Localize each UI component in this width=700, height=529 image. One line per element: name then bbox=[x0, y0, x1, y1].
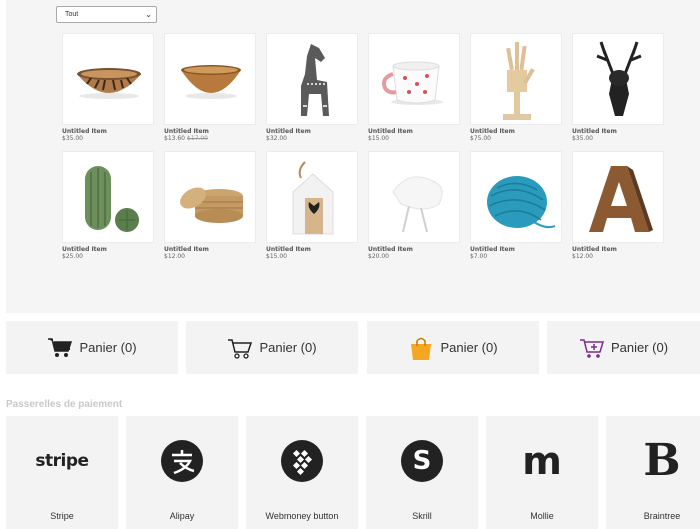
skrill-logo: S bbox=[366, 438, 478, 484]
product-name: Untitled Item bbox=[470, 246, 515, 253]
product-price: $25.00 bbox=[62, 253, 83, 260]
product-card[interactable]: Untitled Item $15.00 bbox=[368, 33, 460, 142]
product-card[interactable]: Untitled Item $15.00 bbox=[266, 151, 358, 260]
product-name: Untitled Item bbox=[62, 128, 107, 135]
product-card[interactable]: Untitled Item $20.00 bbox=[368, 151, 460, 260]
cart-button-label: Panier (0) bbox=[610, 340, 669, 355]
product-price: $12.00 bbox=[164, 253, 185, 260]
product-price: $12.00 bbox=[572, 253, 593, 260]
product-card[interactable]: Untitled Item $35.00 bbox=[62, 33, 154, 142]
cart-add-icon bbox=[579, 336, 605, 360]
cart-button-3[interactable]: Panier (0) bbox=[367, 321, 539, 374]
product-old-price: $17.00 bbox=[187, 135, 208, 142]
mollie-logo: m bbox=[522, 439, 562, 483]
product-name: Untitled Item bbox=[62, 246, 107, 253]
gateway-mollie[interactable]: m Mollie bbox=[486, 416, 598, 529]
product-image-deer-head[interactable] bbox=[572, 33, 664, 125]
product-price: $32.00 bbox=[266, 135, 287, 142]
gateway-name: Mollie bbox=[530, 511, 554, 521]
webmoney-logo bbox=[246, 438, 358, 484]
product-image-mug[interactable] bbox=[368, 33, 460, 125]
cart-button-label: Panier (0) bbox=[79, 340, 137, 355]
product-card[interactable]: Untitled Item $13.60 $17.00 bbox=[164, 33, 256, 142]
gateway-name: Skrill bbox=[412, 511, 432, 521]
product-price: $35.00 bbox=[62, 135, 83, 142]
product-image-wooden-hand[interactable] bbox=[470, 33, 562, 125]
gateway-name: Webmoney button bbox=[265, 511, 339, 521]
shopping-bag-icon bbox=[408, 336, 434, 360]
cart-outline-icon bbox=[227, 336, 253, 360]
cart-button-1[interactable]: Panier (0) bbox=[6, 321, 178, 374]
product-name: Untitled Item bbox=[572, 128, 617, 135]
gateway-stripe[interactable]: stripe Stripe bbox=[6, 416, 118, 529]
alipay-logo bbox=[126, 438, 238, 484]
cart-button-2[interactable]: Panier (0) bbox=[186, 321, 358, 374]
product-image-bird[interactable] bbox=[368, 151, 460, 243]
product-card[interactable]: Untitled Item $35.00 bbox=[572, 33, 664, 142]
page: Tout ⌄ Untitled Item $35.00 Untitled Ite… bbox=[0, 0, 700, 529]
cart-black-icon bbox=[47, 336, 73, 360]
cart-button-label: Panier (0) bbox=[440, 340, 498, 355]
product-price: $15.00 bbox=[368, 135, 389, 142]
product-price: $13.60 $17.00 bbox=[164, 135, 208, 142]
payment-gateways-title: Passerelles de paiement bbox=[6, 399, 123, 410]
product-image-bowl-striped[interactable] bbox=[62, 33, 154, 125]
product-name: Untitled Item bbox=[266, 246, 311, 253]
product-image-letter-a[interactable] bbox=[572, 151, 664, 243]
category-filter-select[interactable]: Tout ⌄ bbox=[56, 6, 157, 23]
product-name: Untitled Item bbox=[164, 128, 209, 135]
product-image-birdhouse[interactable] bbox=[266, 151, 358, 243]
cart-button-4[interactable]: Panier (0) bbox=[547, 321, 700, 374]
product-image-cactus[interactable] bbox=[62, 151, 154, 243]
product-card[interactable]: Untitled Item $75.00 bbox=[470, 33, 562, 142]
product-price: $7.00 bbox=[470, 253, 488, 260]
cart-button-label: Panier (0) bbox=[259, 340, 317, 355]
product-price: $75.00 bbox=[470, 135, 491, 142]
gateway-webmoney[interactable]: Webmoney button bbox=[246, 416, 358, 529]
product-card[interactable]: Untitled Item $7.00 bbox=[470, 151, 562, 260]
gateway-name: Alipay bbox=[169, 511, 195, 521]
product-price: $20.00 bbox=[368, 253, 389, 260]
product-name: Untitled Item bbox=[368, 128, 413, 135]
stripe-logo: stripe bbox=[35, 451, 89, 471]
gateway-alipay[interactable]: Alipay bbox=[126, 416, 238, 529]
product-image-yarn[interactable] bbox=[470, 151, 562, 243]
product-image-basket[interactable] bbox=[164, 151, 256, 243]
product-price: $35.00 bbox=[572, 135, 593, 142]
chevron-down-icon: ⌄ bbox=[145, 10, 152, 19]
braintree-logo: B bbox=[643, 435, 681, 486]
product-card[interactable]: Untitled Item $32.00 bbox=[266, 33, 358, 142]
product-name: Untitled Item bbox=[164, 246, 209, 253]
gateway-name: Braintree bbox=[643, 511, 681, 521]
product-card[interactable]: Untitled Item $12.00 bbox=[572, 151, 664, 260]
product-name: Untitled Item bbox=[266, 128, 311, 135]
gateway-braintree[interactable]: B Braintree bbox=[606, 416, 700, 529]
product-price: $15.00 bbox=[266, 253, 287, 260]
product-card[interactable]: Untitled Item $25.00 bbox=[62, 151, 154, 260]
product-name: Untitled Item bbox=[572, 246, 617, 253]
product-name: Untitled Item bbox=[368, 246, 413, 253]
product-image-horse[interactable] bbox=[266, 33, 358, 125]
product-image-bowl-wood[interactable] bbox=[164, 33, 256, 125]
product-name: Untitled Item bbox=[470, 128, 515, 135]
gateway-skrill[interactable]: S Skrill bbox=[366, 416, 478, 529]
category-filter-value: Tout bbox=[65, 11, 79, 18]
product-card[interactable]: Untitled Item $12.00 bbox=[164, 151, 256, 260]
gateway-name: Stripe bbox=[50, 511, 74, 521]
